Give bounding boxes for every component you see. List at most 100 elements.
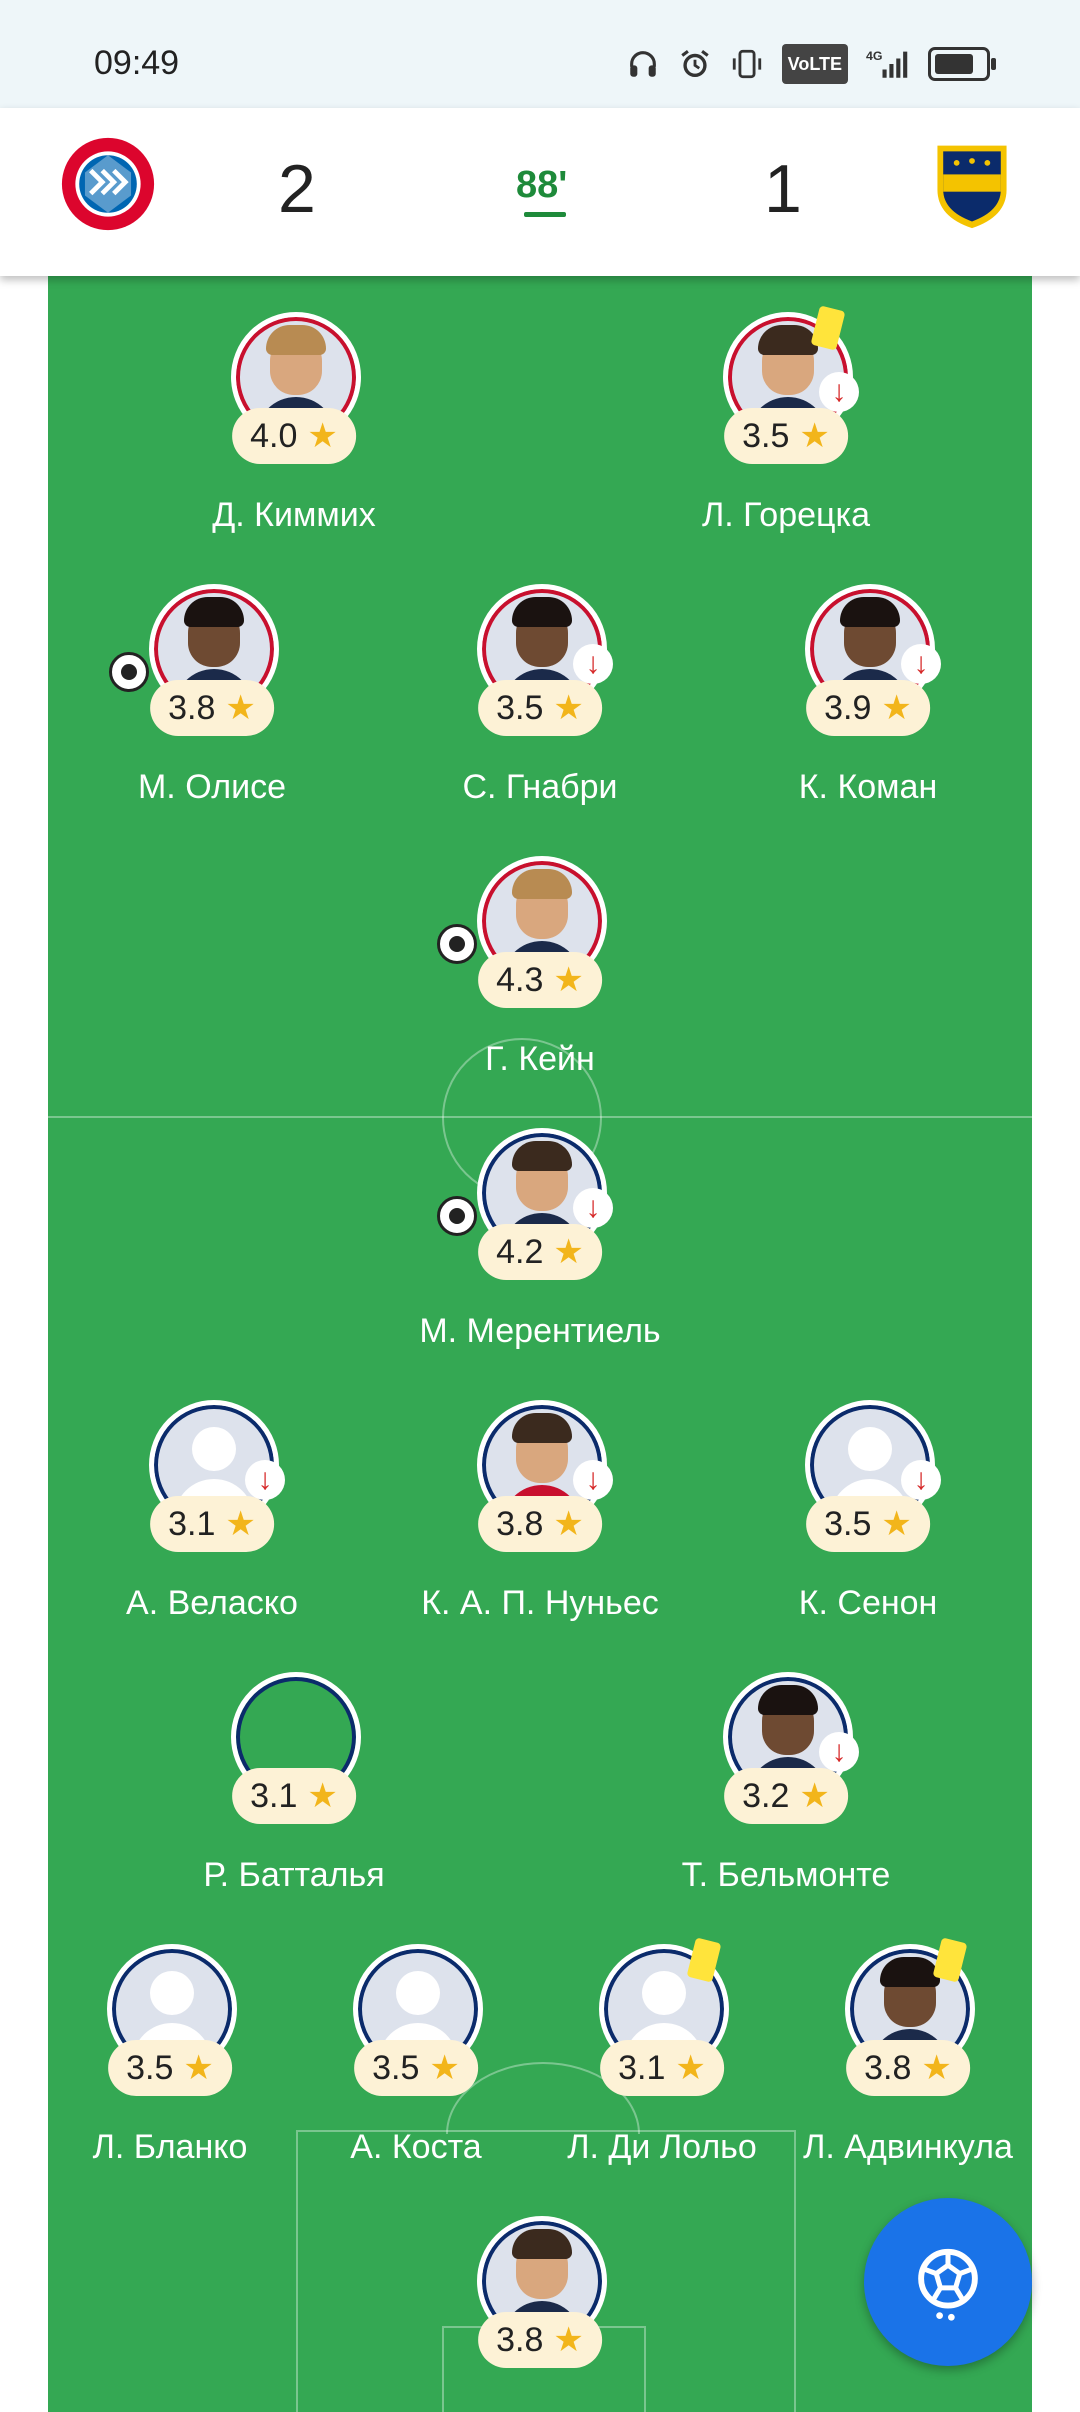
star-icon: ★	[675, 2049, 706, 2087]
substitution-out-icon: ↓	[573, 644, 613, 684]
rating-value: 3.8	[864, 2048, 912, 2087]
lineup-pitch: 4.0 ★ Д. Киммих ↓ 3.5 ★ Л. Горецка 3.8 ★ М.…	[48, 276, 1032, 2412]
player-card[interactable]: 3.8 ★ Л. Адвинкула	[773, 1937, 1032, 2184]
star-icon: ★	[553, 689, 584, 727]
rating-value: 3.1	[168, 1504, 216, 1543]
substitution-out-icon: ↓	[901, 1460, 941, 1500]
player-name: Г. Кейн	[485, 1040, 595, 1078]
star-icon: ★	[799, 1777, 830, 1815]
star-icon: ★	[183, 2049, 214, 2087]
star-icon: ★	[799, 417, 830, 455]
player-card[interactable]: ↓ 3.5 ★ К. Сенон	[733, 1400, 1003, 1640]
star-icon: ★	[881, 689, 912, 727]
rating-value: 3.2	[742, 1776, 790, 1815]
rating-value: 3.1	[250, 1776, 298, 1815]
rating-value: 3.8	[496, 2320, 544, 2359]
player-card[interactable]: ↓ 3.2 ★ Т. Бельмонте	[651, 1672, 921, 1912]
rating-badge: 4.0 ★	[232, 408, 356, 464]
rating-value: 3.8	[168, 688, 216, 727]
goal-ball-icon	[437, 1196, 477, 1236]
player-name: А. Веласко	[126, 1584, 298, 1622]
rating-badge: 3.5 ★	[724, 408, 848, 464]
rating-badge: 3.5 ★	[354, 2040, 478, 2096]
football-icon	[918, 2248, 978, 2321]
player-card[interactable]: 3.8 ★ М. Олисе	[77, 584, 347, 824]
player-name: С. Гнабри	[462, 768, 618, 806]
clock: 09:49	[94, 44, 180, 82]
player-card[interactable]: 4.3 ★ Г. Кейн	[405, 856, 675, 1096]
player-card[interactable]: 4.0 ★ Д. Киммих	[159, 312, 429, 552]
signal-4g-icon: 4G	[866, 47, 910, 81]
star-icon: ★	[307, 417, 338, 455]
rating-badge: 3.8 ★	[478, 2312, 602, 2368]
player-name: Л. Адвинкула	[803, 2128, 1013, 2166]
player-name: Д. Киммих	[212, 496, 376, 534]
rating-value: 4.3	[496, 960, 544, 999]
rating-value: 3.5	[824, 1504, 872, 1543]
player-card[interactable]: ↓ 3.1 ★ А. Веласко	[77, 1400, 347, 1640]
rating-badge: 3.1 ★	[150, 1496, 274, 1552]
player-card[interactable]: ↓ 3.8 ★ К. А. П. Нуньес	[405, 1400, 675, 1640]
player-card[interactable]: ↓ 3.9 ★ К. Коман	[733, 584, 1003, 824]
star-icon: ★	[881, 1505, 912, 1543]
rating-value: 3.8	[496, 1504, 544, 1543]
rating-value: 3.5	[742, 416, 790, 455]
fc-bayern-logo[interactable]	[60, 136, 156, 232]
rating-value: 3.5	[126, 2048, 174, 2087]
player-name: К. А. П. Нуньес	[421, 1584, 659, 1622]
player-card[interactable]: ↓ 3.5 ★ С. Гнабри	[405, 584, 675, 824]
rating-badge: 3.8 ★	[846, 2040, 970, 2096]
substitution-out-icon: ↓	[819, 372, 859, 412]
star-icon: ★	[553, 2321, 584, 2359]
player-name: Р. Батталья	[203, 1856, 385, 1894]
player-name: Л. Горецка	[701, 496, 871, 534]
star-icon: ★	[225, 689, 256, 727]
rating-badge: 3.5 ★	[478, 680, 602, 736]
rating-value: 4.2	[496, 1232, 544, 1271]
football-fab-button[interactable]	[864, 2198, 1032, 2366]
star-icon: ★	[307, 1777, 338, 1815]
rating-badge: 3.5 ★	[108, 2040, 232, 2096]
battery-icon	[928, 47, 996, 81]
star-icon: ★	[921, 2049, 952, 2087]
substitution-out-icon: ↓	[573, 1460, 613, 1500]
alarm-icon	[678, 47, 712, 81]
rating-badge: 3.8 ★	[150, 680, 274, 736]
boca-juniors-logo[interactable]	[924, 136, 1020, 232]
star-icon: ★	[225, 1505, 256, 1543]
status-icons: VoLTE 4G	[626, 44, 996, 84]
player-name: М. Мерентиель	[419, 1312, 661, 1350]
rating-value: 3.5	[372, 2048, 420, 2087]
volte-icon: VoLTE	[781, 44, 848, 84]
star-icon: ★	[553, 1505, 584, 1543]
rating-value: 3.9	[824, 688, 872, 727]
star-icon: ★	[429, 2049, 460, 2087]
goal-ball-icon	[437, 924, 477, 964]
rating-badge: 4.2 ★	[478, 1224, 602, 1280]
home-score: 2	[278, 151, 316, 227]
substitution-out-icon: ↓	[573, 1188, 613, 1228]
match-minute[interactable]: 88'	[516, 164, 567, 207]
player-card-goalkeeper[interactable]: 3.8 ★	[405, 2216, 675, 2412]
away-score: 1	[764, 151, 802, 227]
substitution-out-icon: ↓	[901, 644, 941, 684]
star-icon: ★	[553, 961, 584, 999]
player-card[interactable]: ↓ 4.2 ★ М. Мерентиель	[405, 1128, 675, 1368]
player-name: К. Сенон	[798, 1584, 938, 1622]
rating-badge: 4.3 ★	[478, 952, 602, 1008]
status-bar: 09:49 VoLTE 4G	[0, 0, 1080, 108]
headphones-icon	[626, 47, 660, 81]
rating-badge: 3.1 ★	[600, 2040, 724, 2096]
player-card[interactable]: ↓ 3.5 ★ Л. Горецка	[651, 305, 921, 552]
substitution-out-icon: ↓	[245, 1460, 285, 1500]
rating-badge: 3.1 ★	[232, 1768, 356, 1824]
rating-value: 3.5	[496, 688, 544, 727]
substitution-out-icon: ↓	[819, 1732, 859, 1772]
vibrate-icon	[730, 47, 764, 81]
rating-badge: 3.2 ★	[724, 1768, 848, 1824]
goal-ball-icon	[109, 652, 149, 692]
rating-badge: 3.8 ★	[478, 1496, 602, 1552]
player-name: Т. Бельмонте	[681, 1856, 891, 1894]
player-card[interactable]: 3.1 ★ Р. Батталья	[159, 1672, 429, 1912]
star-icon: ★	[553, 1233, 584, 1271]
